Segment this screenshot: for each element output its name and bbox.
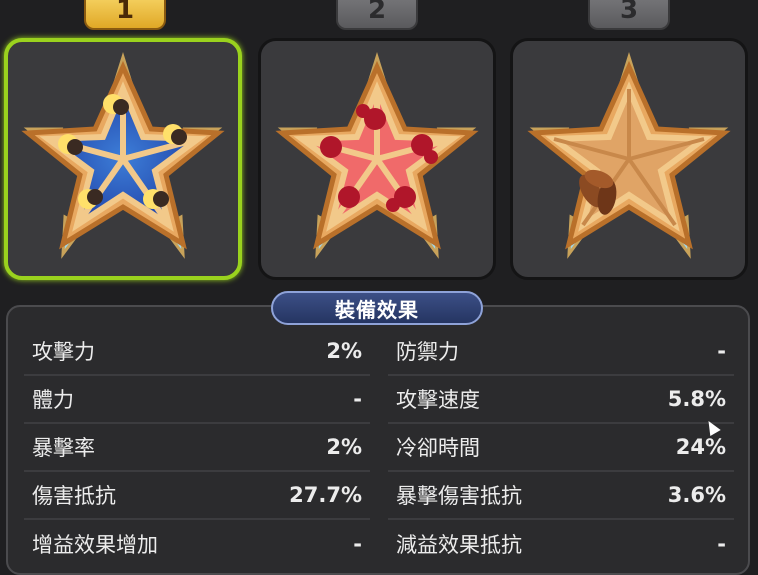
- tab-2-label: 2: [367, 0, 387, 25]
- stat-row-dmg-resist: 傷害抵抗 27.7%: [24, 472, 370, 520]
- stat-label: 冷卻時間: [396, 436, 480, 460]
- stat-value: 5.8%: [667, 387, 726, 411]
- stat-value: 3.6%: [667, 483, 726, 507]
- stat-label: 減益效果抵抗: [396, 533, 522, 557]
- stat-row-buff: 增益效果增加 -: [24, 520, 370, 568]
- tab-1[interactable]: 1: [84, 0, 166, 30]
- panel-title-text: 裝備效果: [335, 297, 419, 322]
- stat-label: 攻擊速度: [396, 388, 480, 412]
- stat-row-crit: 暴擊率 2%: [24, 424, 370, 472]
- stat-row-debuff-resist: 減益效果抵抗 -: [388, 520, 734, 568]
- stat-value: 27.7%: [289, 483, 362, 507]
- stat-row-cooldown: 冷卻時間 24%: [388, 424, 734, 472]
- stat-row-crit-dmg-resist: 暴擊傷害抵抗 3.6%: [388, 472, 734, 520]
- stat-value: 2%: [326, 339, 362, 363]
- stat-value: 2%: [326, 435, 362, 459]
- stat-value: -: [353, 387, 362, 411]
- tab-3[interactable]: 3: [588, 0, 670, 30]
- tab-1-label: 1: [115, 0, 135, 25]
- stat-label: 防禦力: [396, 340, 459, 364]
- starry-moon-tart-icon: [21, 51, 225, 259]
- raspberry-tart-icon: [275, 51, 479, 259]
- stat-label: 暴擊傷害抵抗: [396, 484, 522, 508]
- stat-row-attack: 攻擊力 2%: [24, 328, 370, 376]
- almond-tart-icon: [527, 51, 731, 259]
- tab-2[interactable]: 2: [336, 0, 418, 30]
- stat-value: -: [353, 532, 362, 556]
- tart-slot-2[interactable]: [258, 38, 496, 280]
- stat-value: -: [717, 339, 726, 363]
- stat-row-defense: 防禦力 -: [388, 328, 734, 376]
- stat-label: 增益效果增加: [32, 533, 158, 557]
- stat-row-hp: 體力 -: [24, 376, 370, 424]
- stat-label: 暴擊率: [32, 436, 95, 460]
- panel-title: 裝備效果: [271, 291, 483, 325]
- stat-label: 體力: [32, 388, 74, 412]
- stat-value: 24%: [675, 435, 726, 459]
- tart-slot-1[interactable]: [4, 38, 242, 280]
- tart-slot-3[interactable]: [510, 38, 748, 280]
- tab-3-label: 3: [619, 0, 639, 25]
- stat-label: 傷害抵抗: [32, 484, 116, 508]
- stat-row-atk-speed: 攻擊速度 5.8%: [388, 376, 734, 424]
- stat-value: -: [717, 532, 726, 556]
- stat-label: 攻擊力: [32, 340, 95, 364]
